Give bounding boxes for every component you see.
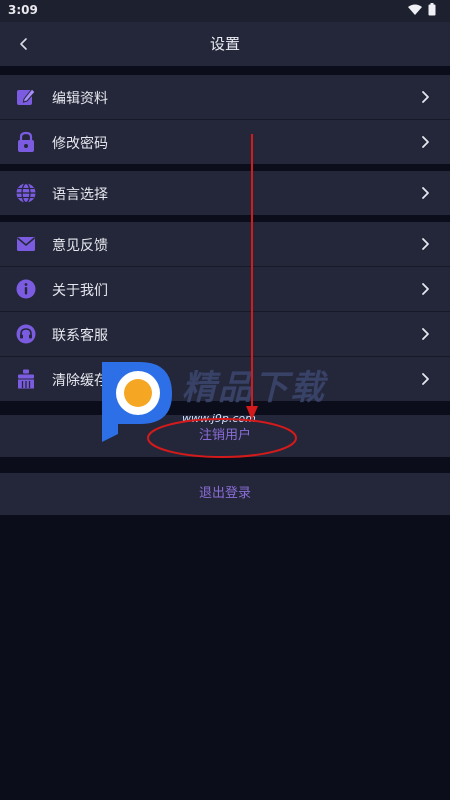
menu-item-language[interactable]: 语言选择 — [0, 171, 450, 215]
menu-item-label: 联系客服 — [52, 328, 108, 344]
settings-group-language: 语言选择 — [0, 171, 450, 215]
menu-item-customer-service[interactable]: 联系客服 — [0, 312, 450, 357]
settings-group-support: 意见反馈 关于我们 联系客服 清除缓存 — [0, 222, 450, 401]
header-bar: 设置 — [0, 22, 450, 66]
chevron-right-icon — [422, 238, 429, 250]
menu-item-label: 修改密码 — [52, 136, 108, 152]
menu-item-label: 语言选择 — [52, 187, 108, 203]
edit-profile-icon — [17, 88, 36, 105]
chevron-right-icon — [422, 187, 429, 199]
menu-item-clear-cache[interactable]: 清除缓存 — [0, 357, 450, 401]
battery-icon — [428, 3, 436, 16]
status-bar: 3:09 — [0, 0, 450, 22]
menu-item-label: 意见反馈 — [52, 238, 108, 254]
settings-group-account: 编辑资料 修改密码 — [0, 75, 450, 164]
chevron-right-icon — [422, 328, 429, 340]
menu-item-label: 清除缓存 — [52, 373, 108, 389]
headset-icon — [16, 324, 36, 344]
chevron-right-icon — [422, 373, 429, 385]
globe-icon — [16, 182, 36, 204]
settings-screen: 3:09 设置 编辑资料 修改密码 语言选择 意见反馈 关于我们 联系客服 清除… — [0, 0, 450, 800]
lock-icon — [18, 131, 34, 152]
status-icons — [408, 3, 436, 16]
menu-item-feedback[interactable]: 意见反馈 — [0, 222, 450, 267]
page-title: 设置 — [209, 35, 240, 53]
chevron-right-icon — [422, 283, 429, 295]
info-icon — [16, 279, 36, 299]
mail-icon — [16, 237, 36, 251]
menu-item-label: 关于我们 — [52, 283, 108, 299]
menu-item-change-password[interactable]: 修改密码 — [0, 120, 450, 164]
menu-item-edit-profile[interactable]: 编辑资料 — [0, 75, 450, 120]
wifi-icon — [408, 4, 422, 15]
menu-item-about[interactable]: 关于我们 — [0, 267, 450, 312]
logout-button[interactable]: 退出登录 — [0, 473, 450, 515]
broom-icon — [18, 369, 34, 389]
status-time: 3:09 — [8, 3, 38, 17]
deactivate-account-button[interactable]: 注销用户 — [0, 415, 450, 457]
chevron-right-icon — [422, 136, 429, 148]
chevron-right-icon — [422, 91, 429, 103]
menu-item-label: 编辑资料 — [52, 91, 108, 107]
